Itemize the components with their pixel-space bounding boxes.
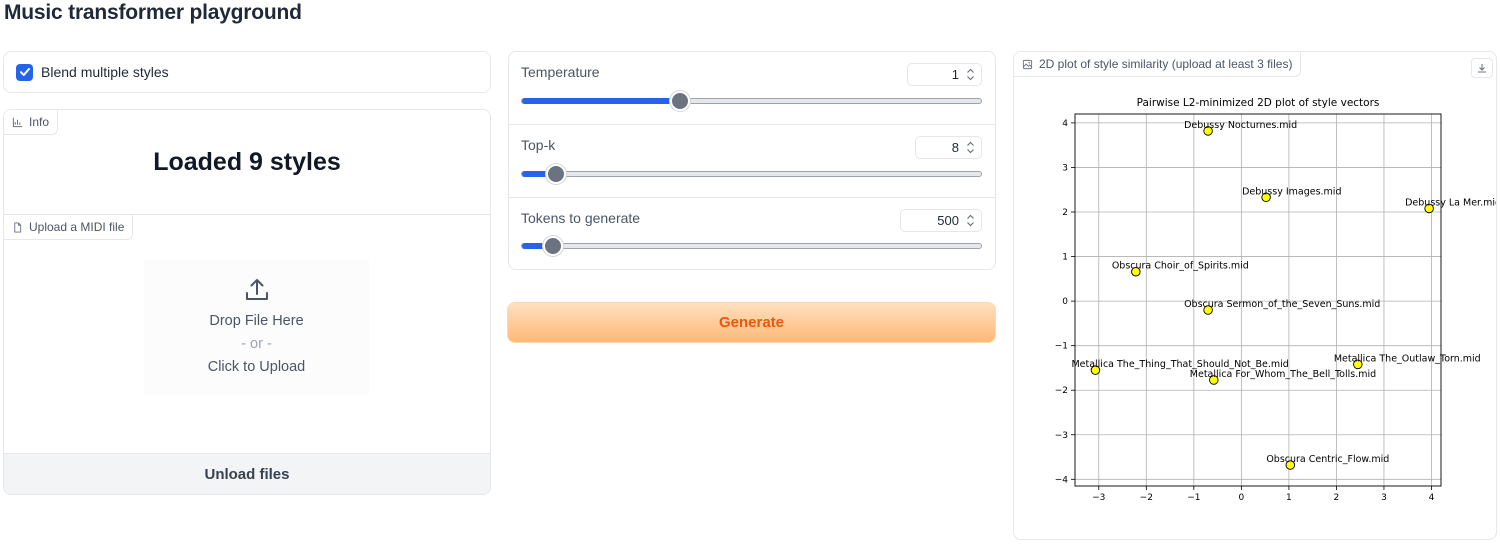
loaded-styles-text: Loaded 9 styles	[153, 148, 341, 176]
point-label: Obscura Choir_of_Spirits.mid	[1112, 261, 1249, 272]
y-tick-label: 3	[1062, 163, 1068, 173]
info-chip: Info	[4, 110, 59, 135]
y-tick-label: −1	[1055, 342, 1068, 352]
spinner-icon[interactable]	[965, 140, 976, 155]
x-tick-label: 2	[1334, 493, 1340, 503]
y-tick-label: 2	[1062, 208, 1068, 218]
blend-styles-panel: Blend multiple styles	[3, 51, 491, 93]
style-similarity-chart: −3 −2 −1 0 1 2 3 4 4 3 2 1 0 −1 −2 −3 −4 Pairwise L2-mini…	[1055, 97, 1497, 503]
click-to-upload-text: Click to Upload	[207, 359, 306, 375]
x-tick-label: 1	[1286, 493, 1292, 503]
point-label: Metallica For_Whom_The_Bell_Tolls.mid	[1190, 369, 1376, 380]
y-tick-label: 4	[1062, 119, 1068, 129]
check-icon	[19, 68, 30, 76]
point-label: Obscura Centric_Flow.mid	[1266, 454, 1389, 465]
point-label: Debussy Nocturnes.mid	[1184, 120, 1297, 131]
point-label: Debussy La Mer.mid	[1405, 197, 1497, 208]
plot-chip-label: 2D plot of style similarity (upload at l…	[1039, 57, 1293, 71]
temperature-label: Temperature	[521, 64, 600, 80]
x-tick-label: 0	[1238, 493, 1244, 503]
temperature-value: 1	[951, 67, 959, 82]
upload-icon	[245, 279, 268, 300]
temperature-slider-block: Temperature 1	[509, 52, 995, 125]
tokens-label: Tokens to generate	[521, 210, 641, 226]
or-text: - or -	[241, 336, 272, 352]
topk-value: 8	[951, 140, 959, 155]
info-chip-label: Info	[29, 115, 50, 129]
tokens-slider-block: Tokens to generate 500	[509, 198, 995, 271]
style-plot-panel: −3 −2 −1 0 1 2 3 4 4 3 2 1 0 −1 −2 −3 −4 Pairwise L2-mini…	[1013, 51, 1497, 540]
spinner-icon[interactable]	[965, 67, 976, 82]
tokens-slider-thumb[interactable]	[542, 236, 563, 256]
temperature-number-input[interactable]: 1	[907, 63, 982, 86]
download-icon	[1478, 64, 1486, 73]
x-tick-label: −3	[1092, 493, 1105, 503]
unload-files-button[interactable]: Unload files	[4, 453, 490, 494]
blend-styles-checkbox[interactable]	[16, 63, 33, 81]
topk-number-input[interactable]: 8	[915, 136, 982, 159]
styles-card: Info Loaded 9 styles Upload a MIDI file …	[3, 109, 491, 495]
y-tick-label: −2	[1055, 386, 1068, 396]
point-label: Debussy Images.mid	[1242, 186, 1341, 197]
upload-chip: Upload a MIDI file	[4, 215, 134, 240]
point-label: Metallica The_Outlaw_Torn.mid	[1334, 353, 1481, 364]
file-icon	[14, 221, 22, 233]
download-button[interactable]	[1471, 58, 1493, 78]
y-tick-label: 0	[1062, 297, 1068, 307]
spinner-icon[interactable]	[965, 213, 976, 228]
bar-chart-icon	[12, 117, 23, 127]
parameters-panel: Temperature 1 Top-k 8 Tokens to generate…	[508, 51, 996, 270]
temperature-slider[interactable]	[521, 91, 982, 111]
generate-button[interactable]: Generate	[507, 302, 996, 343]
topk-slider[interactable]	[521, 164, 982, 184]
x-tick-label: −2	[1140, 493, 1153, 503]
page-title: Music transformer playground	[4, 1, 302, 24]
topk-slider-block: Top-k 8	[509, 125, 995, 198]
topk-label: Top-k	[521, 137, 556, 153]
x-tick-label: 3	[1381, 493, 1387, 503]
image-icon	[1022, 59, 1033, 69]
blend-styles-label[interactable]: Blend multiple styles	[41, 64, 169, 80]
tokens-value: 500	[937, 213, 959, 228]
topk-slider-thumb[interactable]	[546, 164, 567, 184]
temperature-slider-thumb[interactable]	[669, 91, 690, 111]
upload-chip-label: Upload a MIDI file	[29, 220, 125, 234]
y-tick-label: 1	[1062, 253, 1068, 263]
y-tick-label: −3	[1055, 431, 1068, 441]
point-label: Obscura Sermon_of_the_Seven_Suns.mid	[1184, 299, 1380, 310]
tokens-slider[interactable]	[521, 236, 982, 256]
drop-file-text: Drop File Here	[209, 313, 304, 329]
x-tick-label: 4	[1429, 493, 1435, 503]
y-tick-label: −4	[1055, 475, 1069, 485]
file-dropzone[interactable]: Drop File Here - or - Click to Upload	[144, 260, 369, 395]
chart-title: Pairwise L2-minimized 2D plot of style v…	[1137, 97, 1380, 109]
tokens-number-input[interactable]: 500	[900, 209, 982, 232]
plot-chip: 2D plot of style similarity (upload at l…	[1014, 52, 1302, 77]
temperature-slider-fill	[522, 98, 680, 104]
x-tick-label: −1	[1187, 493, 1200, 503]
